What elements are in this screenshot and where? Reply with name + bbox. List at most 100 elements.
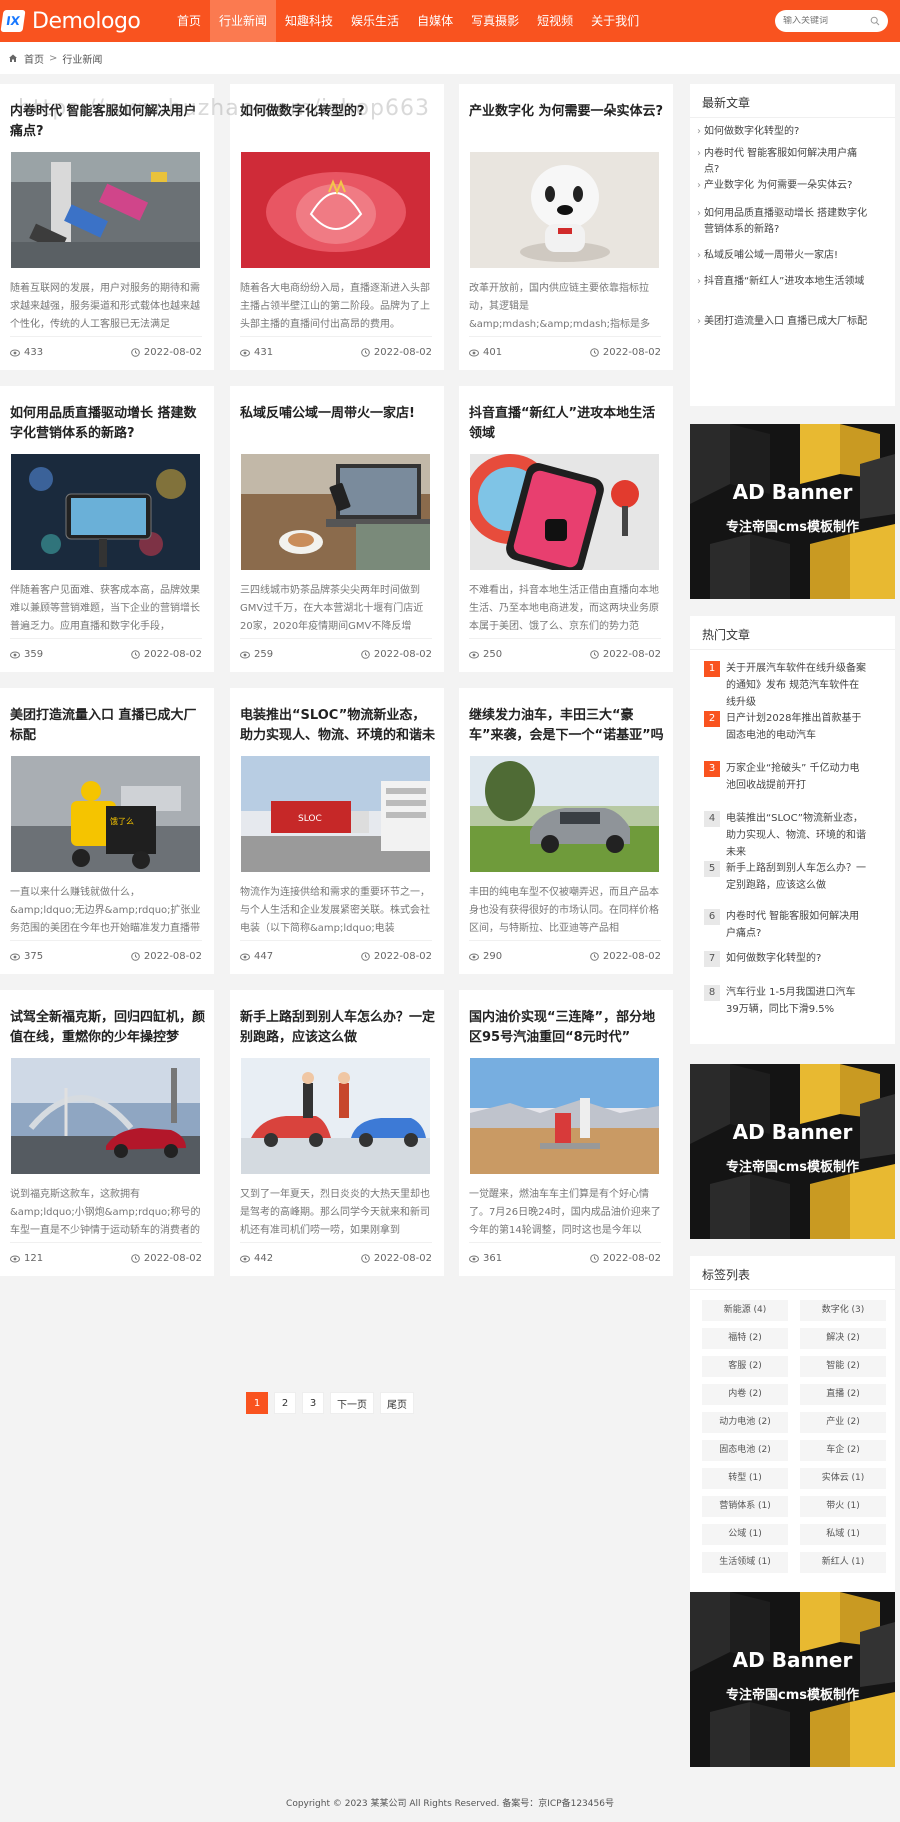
article-thumbnail[interactable] [470,1058,659,1174]
breadcrumb-home[interactable]: 首页 [24,51,44,66]
tag-link[interactable]: 实体云 (1) [800,1468,886,1489]
hot-article-title[interactable]: 万家企业“抢破头” 千亿动力电池回收战提前开打 [726,763,860,791]
article-title[interactable]: 如何用品质直播驱动增长 搭建数字化营销体系的新路? [10,404,206,444]
article-thumbnail[interactable] [470,756,659,872]
hot-article-title[interactable]: 关于开展汽车软件在线升级备案的通知》发布 规范汽车软件在线升级 [726,663,866,708]
ad-banner-3[interactable]: AD Banner 专注帝国cms模板制作 [690,1592,895,1767]
hot-article-link[interactable]: 6 内卷时代 智能客服如何解决用户痛点? [690,908,880,942]
article-card[interactable]: 电装推出“SLOC”物流新业态，助力实现人、物流、环境的和谐未来 SLOC 物流作为… [230,688,444,974]
breadcrumb-current[interactable]: 行业新闻 [62,51,102,66]
page-3-button[interactable]: 3 [302,1392,324,1414]
tag-link[interactable]: 转型 (1) [702,1468,788,1489]
tag-link[interactable]: 直播 (2) [800,1384,886,1405]
article-title[interactable]: 私域反哺公域一周带火一家店! [240,404,436,444]
hot-article-title[interactable]: 如何做数字化转型的? [726,953,821,964]
tag-link[interactable]: 生活领域 (1) [702,1552,788,1573]
tag-link[interactable]: 固态电池 (2) [702,1440,788,1461]
hot-article-link[interactable]: 2 日产计划2028年推出首款基于固态电池的电动汽车 [690,710,880,744]
hot-article-link[interactable]: 4 电装推出“SLOC”物流新业态，助力实现人、物流、环境的和谐未来 [690,810,880,861]
page-1-button[interactable]: 1 [246,1392,268,1414]
latest-article-link[interactable]: 内卷时代 智能客服如何解决用户痛点? [690,146,880,178]
hot-article-title[interactable]: 汽车行业 1-5月我国进口汽车39万辆，同比下滑9.5% [726,987,856,1015]
tag-link[interactable]: 营销体系 (1) [702,1496,788,1517]
nav-item[interactable]: 娱乐生活 [342,0,408,42]
hot-article-link[interactable]: 3 万家企业“抢破头” 千亿动力电池回收战提前开打 [690,760,880,794]
tag-link[interactable]: 新红人 (1) [800,1552,886,1573]
tag-link[interactable]: 客服 (2) [702,1356,788,1377]
article-thumbnail[interactable]: 饿了么 [11,756,200,872]
article-title[interactable]: 国内油价实现“三连降”，部分地区95号汽油重回“8元时代” [469,1008,665,1048]
hot-article-link[interactable]: 5 新手上路刮到别人车怎么办？一定别跑路，应该这么做 [690,860,880,894]
article-title[interactable]: 产业数字化 为何需要一朵实体云? [469,102,665,142]
article-thumbnail[interactable] [11,1058,200,1174]
article-thumbnail[interactable]: SLOC [241,756,430,872]
tag-link[interactable]: 智能 (2) [800,1356,886,1377]
tag-link[interactable]: 车企 (2) [800,1440,886,1461]
article-thumbnail[interactable] [241,454,430,570]
tag-link[interactable]: 私域 (1) [800,1524,886,1545]
article-card[interactable]: 美团打造流量入口 直播已成大厂标配 饿了么 一直以来什么赚钱就做什么，&amp;ld… [0,688,214,974]
tag-link[interactable]: 福特 (2) [702,1328,788,1349]
article-thumbnail[interactable] [241,152,430,268]
article-card[interactable]: 产业数字化 为何需要一朵实体云? 改革开放前，国内供应链主要依靠指标拉动，其逻辑是… [459,84,673,370]
nav-item[interactable]: 知趣科技 [276,0,342,42]
latest-article-link[interactable]: 抖音直播“新红人”进攻本地生活领域 [690,274,880,290]
nav-item[interactable]: 首页 [168,0,210,42]
latest-article-link[interactable]: 如何做数字化转型的? [690,124,880,140]
article-card[interactable]: 国内油价实现“三连降”，部分地区95号汽油重回“8元时代” 一觉醒来，燃油车车主们… [459,990,673,1276]
article-title[interactable]: 美团打造流量入口 直播已成大厂标配 [10,706,206,746]
tag-link[interactable]: 带火 (1) [800,1496,886,1517]
nav-item[interactable]: 行业新闻 [210,0,277,42]
latest-article-link[interactable]: 私域反哺公域一周带火一家店! [690,248,880,264]
article-title[interactable]: 试驾全新福克斯，回归四缸机，颜值在线，重燃你的少年操控梦 [10,1008,206,1048]
search-input[interactable] [783,16,863,26]
tag-link[interactable]: 新能源 (4) [702,1300,788,1321]
site-logo[interactable]: IX Demologo [0,0,141,42]
article-title[interactable]: 电装推出“SLOC”物流新业态，助力实现人、物流、环境的和谐未来 [240,706,436,746]
article-thumbnail[interactable] [470,454,659,570]
hot-article-link[interactable]: 8 汽车行业 1-5月我国进口汽车39万辆，同比下滑9.5% [690,984,880,1018]
nav-item[interactable]: 写真摄影 [462,0,528,42]
ad-banner-1[interactable]: AD Banner 专注帝国cms模板制作 [690,424,895,599]
nav-item[interactable]: 自媒体 [408,0,462,42]
hot-article-title[interactable]: 新手上路刮到别人车怎么办？一定别跑路，应该这么做 [726,863,866,891]
article-thumbnail[interactable] [11,152,200,268]
article-thumbnail[interactable] [470,152,659,268]
tag-link[interactable]: 公域 (1) [702,1524,788,1545]
article-card[interactable]: 如何做数字化转型的? 随着各大电商纷纷入局，直播逐渐进入头部主播占领半壁江山的第二… [230,84,444,370]
latest-article-link[interactable]: 如何用品质直播驱动增长 搭建数字化营销体系的新路? [690,206,880,238]
page-2-button[interactable]: 2 [274,1392,296,1414]
article-card[interactable]: 新手上路刮到别人车怎么办？一定别跑路，应该这么做 又到了一年夏天，烈日炎炎的大热天… [230,990,444,1276]
tag-link[interactable]: 内卷 (2) [702,1384,788,1405]
article-card[interactable]: 试驾全新福克斯，回归四缸机，颜值在线，重燃你的少年操控梦 说到福克斯这款车，这款拥… [0,990,214,1276]
latest-article-link[interactable]: 美团打造流量入口 直播已成大厂标配 [690,314,880,330]
hot-article-link[interactable]: 7 如何做数字化转型的? [690,950,880,967]
article-card[interactable]: 继续发力油车，丰田三大“豪车”来袭，会是下一个“诺基亚”吗 丰田的纯电车型不仅被嘲… [459,688,673,974]
latest-article-link[interactable]: 产业数字化 为何需要一朵实体云? [690,178,880,194]
nav-item[interactable]: 短视频 [528,0,582,42]
search-icon[interactable] [870,16,880,26]
last-page-button[interactable]: 尾页 [380,1392,414,1414]
tag-link[interactable]: 数字化 (3) [800,1300,886,1321]
article-title[interactable]: 抖音直播“新红人”进攻本地生活领域 [469,404,665,444]
tag-link[interactable]: 产业 (2) [800,1412,886,1433]
article-card[interactable]: 内卷时代 智能客服如何解决用户痛点? 随着互联网的发展，用户对服务的期待和需求越来… [0,84,214,370]
next-page-button[interactable]: 下一页 [330,1392,374,1414]
article-card[interactable]: 如何用品质直播驱动增长 搭建数字化营销体系的新路? 伴随着客户见面难、获客成本高，… [0,386,214,672]
article-thumbnail[interactable] [241,1058,430,1174]
hot-article-title[interactable]: 内卷时代 智能客服如何解决用户痛点? [726,911,859,939]
article-title[interactable]: 继续发力油车，丰田三大“豪车”来袭，会是下一个“诺基亚”吗 [469,706,665,746]
article-title[interactable]: 新手上路刮到别人车怎么办？一定别跑路，应该这么做 [240,1008,436,1048]
hot-article-link[interactable]: 1 关于开展汽车软件在线升级备案的通知》发布 规范汽车软件在线升级 [690,660,880,711]
nav-item[interactable]: 关于我们 [582,0,648,42]
publish-date-value: 2022-08-02 [373,649,432,660]
tag-link[interactable]: 解决 (2) [800,1328,886,1349]
ad-banner-2[interactable]: AD Banner 专注帝国cms模板制作 [690,1064,895,1239]
hot-article-title[interactable]: 电装推出“SLOC”物流新业态，助力实现人、物流、环境的和谐未来 [726,813,866,858]
hot-rank-badge: 8 [704,985,720,1001]
article-card[interactable]: 私域反哺公域一周带火一家店! 三四线城市奶茶品牌茶尖尖两年时间做到GMV过千万，在… [230,386,444,672]
article-thumbnail[interactable] [11,454,200,570]
article-card[interactable]: 抖音直播“新红人”进攻本地生活领域 不难看出，抖音本地生活正借由直播向本地生活、乃… [459,386,673,672]
tag-link[interactable]: 动力电池 (2) [702,1412,788,1433]
hot-article-title[interactable]: 日产计划2028年推出首款基于固态电池的电动汽车 [726,713,861,741]
